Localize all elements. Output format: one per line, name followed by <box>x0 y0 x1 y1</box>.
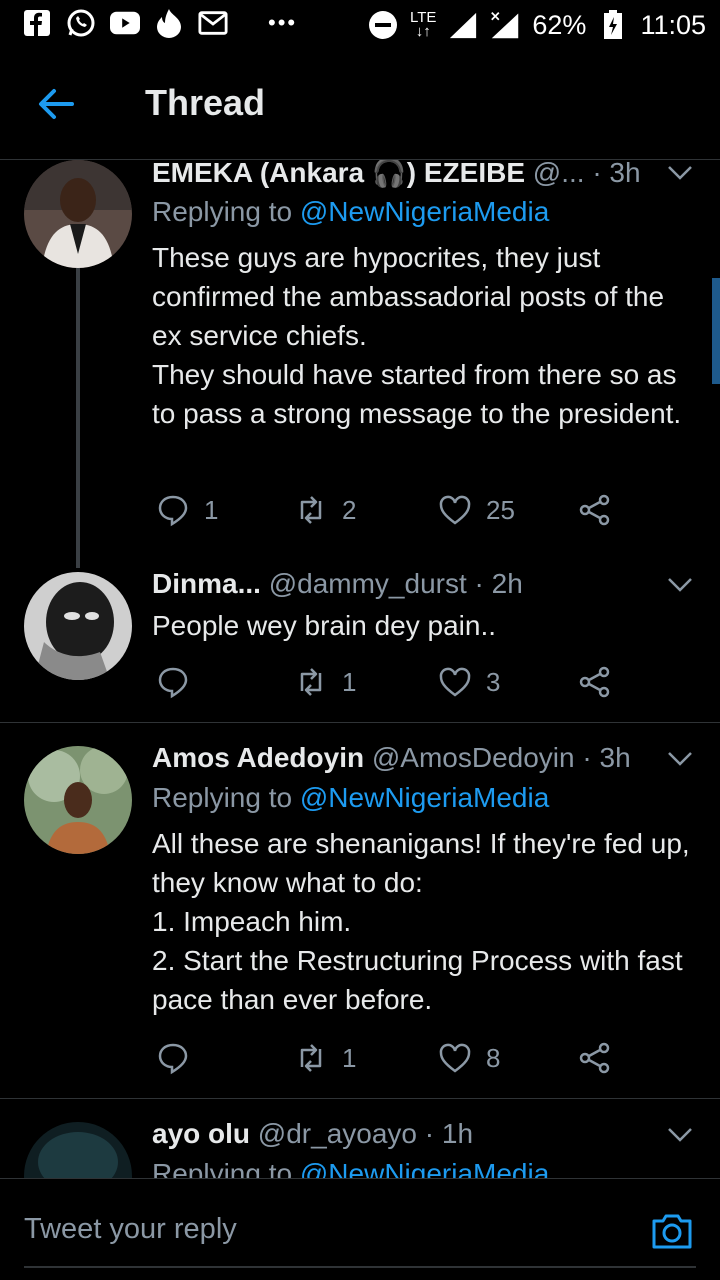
author-name[interactable]: Amos Adedoyin <box>152 742 364 773</box>
mention-link[interactable]: @NewNigeriaMedia <box>300 782 549 813</box>
like-button[interactable]: 3 <box>438 662 500 702</box>
tweet-time: · 3h <box>582 742 631 773</box>
youtube-icon <box>110 8 140 38</box>
reply-button[interactable] <box>156 1038 204 1078</box>
retweet-count: 1 <box>342 666 357 697</box>
lte-indicator: LTE ↓↑ <box>409 9 437 40</box>
avatar[interactable] <box>24 160 132 268</box>
chevron-down-icon[interactable] <box>666 162 694 182</box>
divider <box>0 1098 720 1099</box>
facebook-icon <box>22 8 52 38</box>
reply-input[interactable]: Tweet your reply <box>24 1213 237 1246</box>
retweet-icon <box>300 668 322 696</box>
more-notifications-icon: ••• <box>268 10 298 35</box>
thread-connector <box>76 268 80 568</box>
reply-button[interactable] <box>156 662 204 702</box>
clock: 11:05 <box>640 9 706 40</box>
retweet-button[interactable]: 1 <box>294 662 356 702</box>
share-button[interactable] <box>578 1038 612 1078</box>
chevron-down-icon[interactable] <box>666 1124 694 1144</box>
author-handle: @dr_ayoayo <box>257 1118 417 1149</box>
tweet-text: People wey brain dey pain.. <box>152 610 496 641</box>
battery-charging-icon <box>598 10 628 40</box>
reply-icon <box>158 667 188 699</box>
battery-percent: 62% <box>532 9 587 40</box>
tweet-actions: 1 8 <box>152 1038 632 1078</box>
heart-icon <box>439 495 471 525</box>
heart-icon <box>439 667 471 697</box>
gmail-icon <box>198 8 228 38</box>
tweet-text: These guys are hypocrites, they just con… <box>152 242 682 429</box>
replying-to: Replying to @NewNigeriaMedia <box>152 1158 549 1178</box>
share-button[interactable] <box>578 662 612 702</box>
avatar[interactable] <box>24 746 132 854</box>
author-handle: @AmosDedoyin <box>371 742 575 773</box>
scrollbar[interactable] <box>712 278 720 384</box>
do-not-disturb-icon <box>368 10 398 40</box>
thread-list[interactable]: EMEKA (Ankara 🎧) EZEIBE @... · 3h Replyi… <box>0 160 720 1178</box>
author-name[interactable]: EMEKA (Ankara 🎧) EZEIBE <box>152 160 525 188</box>
replying-to: Replying to @NewNigeriaMedia <box>152 196 550 227</box>
tweet[interactable]: ayo olu @dr_ayoayo · 1h Replying to @New… <box>0 1118 720 1178</box>
retweet-count: 1 <box>342 1042 357 1073</box>
like-button[interactable]: 8 <box>438 1038 500 1078</box>
tweet-actions: 1 2 25 <box>152 490 632 530</box>
app-header: Thread <box>0 50 720 160</box>
author-name[interactable]: ayo olu <box>152 1118 250 1149</box>
chevron-down-icon[interactable] <box>666 574 694 594</box>
tweet-time: · 2h <box>474 568 523 599</box>
chevron-down-icon[interactable] <box>666 748 694 768</box>
input-underline <box>24 1266 696 1268</box>
mention-link[interactable]: @NewNigeriaMedia <box>300 1158 549 1178</box>
avatar[interactable] <box>24 572 132 680</box>
author-handle: @... <box>532 160 585 188</box>
tweet-time: · 1h <box>424 1118 474 1149</box>
share-button[interactable] <box>578 490 612 530</box>
page-title: Thread <box>145 82 266 123</box>
heart-icon <box>439 1043 471 1073</box>
author-name[interactable]: Dinma... <box>152 568 261 599</box>
mention-link[interactable]: @NewNigeriaMedia <box>300 196 549 227</box>
retweet-button[interactable]: 1 <box>294 1038 356 1078</box>
retweet-count: 2 <box>342 494 357 525</box>
share-icon <box>579 494 610 526</box>
tweet[interactable]: Amos Adedoyin @AmosDedoyin · 3h Replying… <box>0 742 720 1096</box>
like-count: 8 <box>486 1042 501 1073</box>
avatar[interactable] <box>24 1122 132 1178</box>
back-arrow-icon[interactable] <box>36 84 76 124</box>
fire-icon <box>154 8 184 38</box>
author-handle: @dammy_durst <box>268 568 467 599</box>
tweet[interactable]: EMEKA (Ankara 🎧) EZEIBE @... · 3h Replyi… <box>0 160 720 568</box>
reply-composer: Tweet your reply <box>0 1178 720 1280</box>
divider <box>0 722 720 723</box>
camera-icon[interactable] <box>650 1211 694 1251</box>
retweet-button[interactable]: 2 <box>294 490 356 530</box>
share-icon <box>579 1042 610 1074</box>
status-bar: ••• LTE ↓↑ 62% 11:05 <box>0 0 720 50</box>
tweet-time: · 3h <box>592 160 641 188</box>
reply-count: 1 <box>204 494 219 525</box>
like-count: 25 <box>486 494 515 525</box>
like-count: 3 <box>486 666 501 697</box>
reply-button[interactable]: 1 <box>156 490 218 530</box>
share-icon <box>579 666 610 698</box>
reply-icon <box>158 495 188 527</box>
like-button[interactable]: 25 <box>438 490 515 530</box>
whatsapp-icon <box>66 8 96 38</box>
tweet-text: All these are shenanigans! If they're fe… <box>152 828 690 1015</box>
reply-icon <box>158 1043 188 1075</box>
tweet-actions: 1 3 <box>152 662 632 702</box>
replying-to: Replying to @NewNigeriaMedia <box>152 782 550 813</box>
tweet[interactable]: Dinma... @dammy_durst · 2h People wey br… <box>0 568 720 722</box>
retweet-icon <box>300 496 322 524</box>
signal-no-data-icon <box>490 10 520 40</box>
signal-icon <box>448 10 478 40</box>
retweet-icon <box>300 1044 322 1072</box>
